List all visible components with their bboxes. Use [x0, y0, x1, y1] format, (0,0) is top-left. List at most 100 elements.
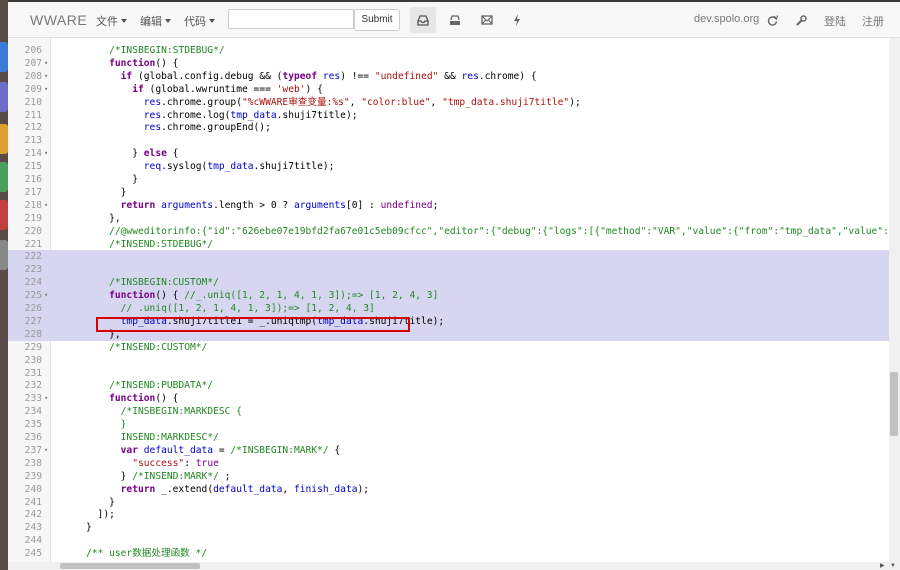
line-number: 231: [24, 367, 42, 379]
code-line[interactable]: 222: [8, 250, 889, 264]
code-line[interactable]: 209 ▾ if (global.wwruntime === 'web') {: [8, 83, 889, 96]
code-text: var default_data = /*INSBEGIN:MARK*/ {: [120, 444, 341, 456]
code-text: }: [86, 419, 127, 431]
code-line[interactable]: 225 ▾ function() { //_.uniq([1, 2, 1, 4, …: [8, 289, 889, 303]
code-line[interactable]: 214 ▾ } else {: [8, 147, 889, 160]
code-line[interactable]: 212 res.chrome.groupEnd();: [8, 121, 889, 134]
code-line[interactable]: 235 }: [8, 418, 889, 431]
line-number: 243: [24, 522, 42, 534]
line-number: 245: [24, 548, 42, 560]
fold-arrow-icon[interactable]: ▾: [44, 444, 48, 457]
login-link[interactable]: 登陆: [824, 13, 846, 29]
vertical-scroll-thumb[interactable]: [890, 372, 898, 436]
line-number: 206: [24, 45, 42, 56]
fold-arrow-icon[interactable]: ▾: [44, 70, 48, 83]
register-link[interactable]: 注册: [862, 13, 884, 29]
code-line[interactable]: 207 ▾ function() {: [8, 57, 889, 70]
line-number: 225: [24, 290, 42, 302]
mail-icon[interactable]: [474, 7, 500, 33]
code-line[interactable]: 221 /*INSEND:STDEBUG*/: [8, 238, 889, 251]
code-line[interactable]: 237 ▾ var default_data = /*INSBEGIN:MARK*…: [8, 444, 889, 457]
line-number: 238: [24, 457, 42, 469]
line-number: 224: [24, 277, 42, 289]
code-line[interactable]: 243}: [8, 521, 889, 534]
menu-file-label: 文件: [96, 16, 118, 28]
fold-arrow-icon[interactable]: ▾: [44, 199, 48, 212]
bolt-icon[interactable]: [504, 7, 530, 33]
fold-arrow-icon[interactable]: ▾: [44, 392, 48, 405]
stack-icon[interactable]: [442, 7, 468, 33]
line-number: 214: [24, 148, 42, 160]
code-line[interactable]: 242 ]);: [8, 508, 889, 521]
scroll-down-arrow-icon[interactable]: ▼: [890, 563, 896, 569]
scroll-right-arrow-icon[interactable]: ▶: [880, 562, 885, 569]
dock-app-icon[interactable]: [0, 82, 8, 112]
code-line[interactable]: 240 return _.extend(default_data, finish…: [8, 483, 889, 496]
refresh-icon[interactable]: [759, 7, 785, 33]
code-editor[interactable]: 206 /*INSBEGIN:STDEBUG*/207 ▾ function() …: [8, 38, 889, 562]
code-line[interactable]: 232 /*INSEND:PUBDATA*/: [8, 379, 889, 392]
menu-code[interactable]: 代码: [184, 13, 215, 29]
code-line[interactable]: 217 }: [8, 186, 889, 199]
inbox-icon[interactable]: [410, 7, 436, 33]
code-line[interactable]: 234 /*INSBEGIN:MARKDESC {: [8, 405, 889, 418]
code-line[interactable]: 238 "success": true: [8, 457, 889, 470]
domain-link[interactable]: dev.spolo.org: [694, 13, 759, 25]
line-number: 240: [24, 483, 42, 495]
code-text: if (global.wwruntime === 'web') {: [132, 83, 323, 95]
menu-edit[interactable]: 编辑: [140, 13, 171, 29]
code-line[interactable]: 223: [8, 263, 889, 277]
menu-file[interactable]: 文件: [96, 13, 127, 29]
dock-app-icon[interactable]: [0, 200, 8, 230]
code-line[interactable]: 231: [8, 367, 889, 380]
code-line[interactable]: 215 req.syslog(tmp_data.shuji7title);: [8, 160, 889, 173]
menu-edit-label: 编辑: [140, 16, 162, 28]
fold-arrow-icon[interactable]: ▾: [44, 57, 48, 70]
dock-app-icon[interactable]: [0, 162, 8, 192]
code-line[interactable]: 236 INSEND:MARKDESC*/: [8, 431, 889, 444]
code-line[interactable]: 220 //@wweditorinfo:{"id":"626ebe07e19bf…: [8, 225, 889, 238]
line-number: 227: [24, 315, 42, 327]
dock-app-icon[interactable]: [0, 42, 8, 72]
line-number: 213: [24, 135, 42, 147]
brand-logo[interactable]: WWARE: [30, 12, 87, 28]
code-text: } else {: [86, 148, 179, 160]
line-number: 229: [24, 341, 42, 353]
submit-button[interactable]: Submit: [354, 9, 400, 31]
code-text: /*INSBEGIN:MARKDESC {: [86, 406, 242, 418]
code-line[interactable]: 233 ▾ function() {: [8, 392, 889, 405]
code-line[interactable]: 244: [8, 534, 889, 547]
horizontal-scroll-thumb[interactable]: [60, 563, 200, 569]
line-number: 232: [24, 380, 42, 392]
fold-arrow-icon[interactable]: ▾: [44, 147, 48, 160]
code-line[interactable]: 208 ▾ if (global.config.debug && (typeof …: [8, 70, 889, 83]
code-line[interactable]: 206 /*INSBEGIN:STDEBUG*/: [8, 44, 889, 57]
code-line[interactable]: 230: [8, 354, 889, 367]
code-line[interactable]: 213: [8, 134, 889, 147]
fold-arrow-icon[interactable]: ▾: [44, 289, 48, 302]
line-number: 235: [24, 419, 42, 431]
code-line[interactable]: 219 },: [8, 212, 889, 225]
code-line[interactable]: 224 /*INSBEGIN:CUSTOM*/: [8, 276, 889, 290]
line-number: 212: [24, 122, 42, 134]
code-line[interactable]: 239 } /*INSEND:MARK*/ ;: [8, 470, 889, 483]
code-line[interactable]: 211 res.chrome.log(tmp_data.shuji7title)…: [8, 109, 889, 122]
caret-down-icon: [121, 19, 127, 23]
dock-app-icon[interactable]: [0, 240, 8, 270]
wrench-icon[interactable]: [788, 7, 814, 33]
horizontal-scrollbar[interactable]: ▶: [8, 562, 889, 570]
vertical-scrollbar[interactable]: ▼: [889, 38, 900, 570]
dock-app-icon[interactable]: [0, 124, 8, 154]
code-line[interactable]: 245 /** user数据处理函数 */: [8, 547, 889, 560]
code-text: res.chrome.group("%cWWARE审查变量:%s", "colo…: [143, 96, 581, 108]
code-line[interactable]: 216 }: [8, 173, 889, 186]
code-line[interactable]: 218 ▾ return arguments.length > 0 ? argum…: [8, 199, 889, 212]
code-line[interactable]: 229 /*INSEND:CUSTOM*/: [8, 341, 889, 354]
fold-arrow-icon[interactable]: ▾: [44, 83, 48, 96]
code-line[interactable]: 226 // .uniq([1, 2, 1, 4, 1, 3]);=> [1, …: [8, 302, 889, 315]
code-line[interactable]: 241 }: [8, 496, 889, 509]
line-number: 210: [24, 96, 42, 108]
line-number: 239: [24, 470, 42, 482]
code-line[interactable]: 210 res.chrome.group("%cWWARE审查变量:%s", "…: [8, 96, 889, 109]
search-input[interactable]: [228, 9, 354, 29]
